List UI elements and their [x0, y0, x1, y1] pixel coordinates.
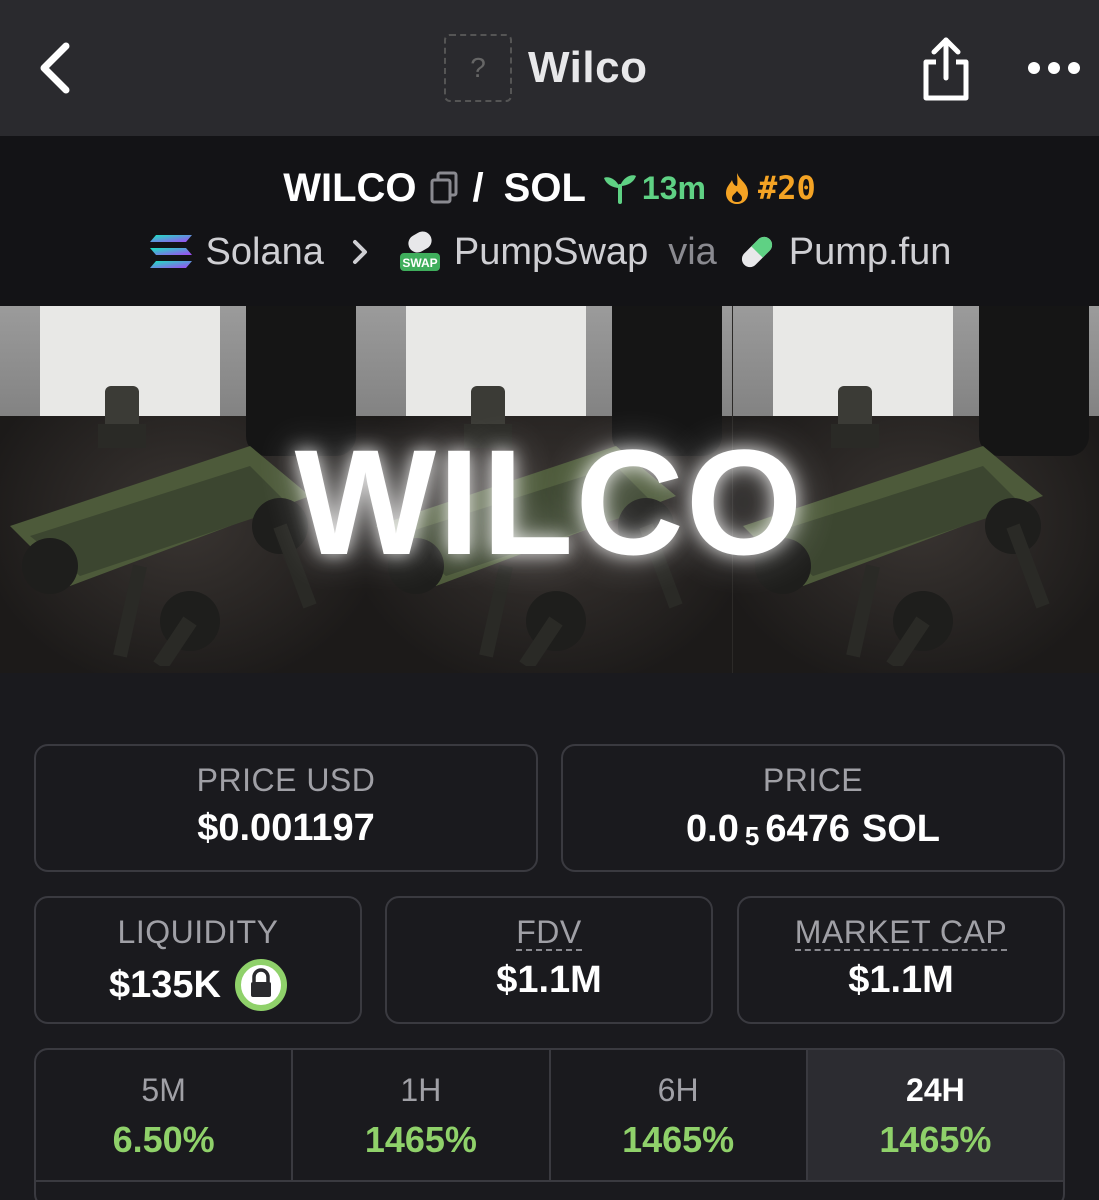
fdv-value: $1.1M [496, 959, 602, 1001]
tab-label: 6H [657, 1072, 699, 1108]
price-usd-card: PRICE USD $0.001197 [34, 744, 538, 872]
svg-text:SWAP: SWAP [402, 256, 437, 270]
chain-link[interactable]: Solana [148, 231, 324, 274]
flame-icon [725, 173, 748, 204]
share-button[interactable] [918, 36, 974, 102]
tab-change-value: 1465% [364, 1119, 477, 1160]
market-cap-card[interactable]: MARKET CAP $1.1M [737, 896, 1065, 1024]
fdv-label-wrap: FDV [387, 914, 711, 951]
top-bar: ? Wilco [0, 0, 1099, 136]
quote-token-symbol: SOL [503, 165, 586, 210]
sprout-icon [603, 175, 636, 204]
dex-link[interactable]: SWAP PumpSwap [398, 231, 648, 274]
liquidity-value-row: $135K [36, 959, 360, 1011]
price-native-value: 0.0 5 6476 SOL [563, 807, 1063, 852]
title-group: ? Wilco [444, 33, 647, 103]
timeframe-tabs: 5M 6.50% 1H 1465% 6H 1465% 24H 1465% [34, 1048, 1065, 1200]
launchpad-link[interactable]: Pump.fun [737, 230, 952, 274]
price-native-zero-count: 5 [744, 821, 760, 851]
chevron-right-icon [352, 240, 367, 264]
tab-change-value: 1465% [879, 1119, 992, 1160]
price-usd-value: $0.001197 [197, 807, 375, 849]
via-label: via [668, 230, 717, 273]
pair-line: WILCO / SOL 13m #20 [0, 162, 1099, 214]
price-usd-label: PRICE USD [196, 762, 376, 798]
more-icon-dot [1068, 62, 1080, 74]
launchpad-name: Pump.fun [788, 230, 952, 273]
more-options-button[interactable] [1028, 54, 1080, 82]
tab-6h[interactable]: 6H 1465% [550, 1050, 808, 1182]
tab-change-value: 1465% [622, 1119, 735, 1160]
price-native-unit: SOL [861, 808, 940, 850]
chain-breadcrumb: Solana SWAP PumpSwap via Pump.fun [0, 226, 1099, 278]
liquidity-card: LIQUIDITY $135K [34, 896, 362, 1024]
liquidity-label: LIQUIDITY [117, 914, 279, 950]
tab-label: 5M [141, 1072, 186, 1108]
chevron-left-icon [40, 42, 70, 94]
price-native-digits: 6476 [765, 808, 850, 850]
page-title: Wilco [528, 43, 648, 92]
pair-age-value: 13m [641, 169, 706, 206]
tab-label: 24H [906, 1072, 965, 1108]
liquidity-value: $135K [109, 963, 221, 1006]
pair-header: WILCO / SOL 13m #20 Solana SWAP PumpSwap… [0, 136, 1099, 306]
share-icon [923, 37, 969, 101]
copy-icon[interactable] [429, 171, 459, 205]
trending-rank[interactable]: #20 [722, 169, 816, 207]
chain-name: Solana [205, 230, 324, 273]
token-logo-placeholder: ? [444, 34, 512, 102]
solana-icon [149, 235, 192, 268]
market-cap-label-wrap: MARKET CAP [739, 914, 1063, 951]
price-native-label: PRICE [762, 762, 864, 798]
fdv-label: FDV [516, 914, 582, 951]
pair-separator: / [472, 165, 484, 210]
price-native-card: PRICE 0.0 5 6476 SOL [561, 744, 1065, 872]
lock-icon[interactable] [234, 959, 287, 1011]
tab-5m[interactable]: 5M 6.50% [36, 1050, 294, 1182]
market-cap-value: $1.1M [848, 959, 954, 1001]
pill-icon [741, 236, 772, 268]
back-button[interactable] [34, 40, 78, 96]
dex-name: PumpSwap [453, 230, 649, 273]
fdv-card[interactable]: FDV $1.1M [385, 896, 713, 1024]
more-icon-dot [1048, 62, 1060, 74]
tab-1h[interactable]: 1H 1465% [293, 1050, 551, 1182]
token-banner: WILCO [0, 306, 1099, 673]
trending-rank-value: #20 [757, 169, 816, 207]
pair-age: 13m [602, 170, 706, 207]
banner-title: WILCO [294, 418, 805, 586]
market-cap-label: MARKET CAP [794, 914, 1008, 951]
tab-24h[interactable]: 24H 1465% [807, 1050, 1063, 1182]
more-icon [1028, 62, 1040, 74]
tab-label: 1H [400, 1072, 442, 1108]
pumpswap-icon: SWAP [399, 231, 440, 271]
tab-change-value: 6.50% [112, 1119, 215, 1160]
price-native-prefix: 0.0 [686, 808, 739, 850]
base-token-symbol: WILCO [283, 165, 417, 210]
